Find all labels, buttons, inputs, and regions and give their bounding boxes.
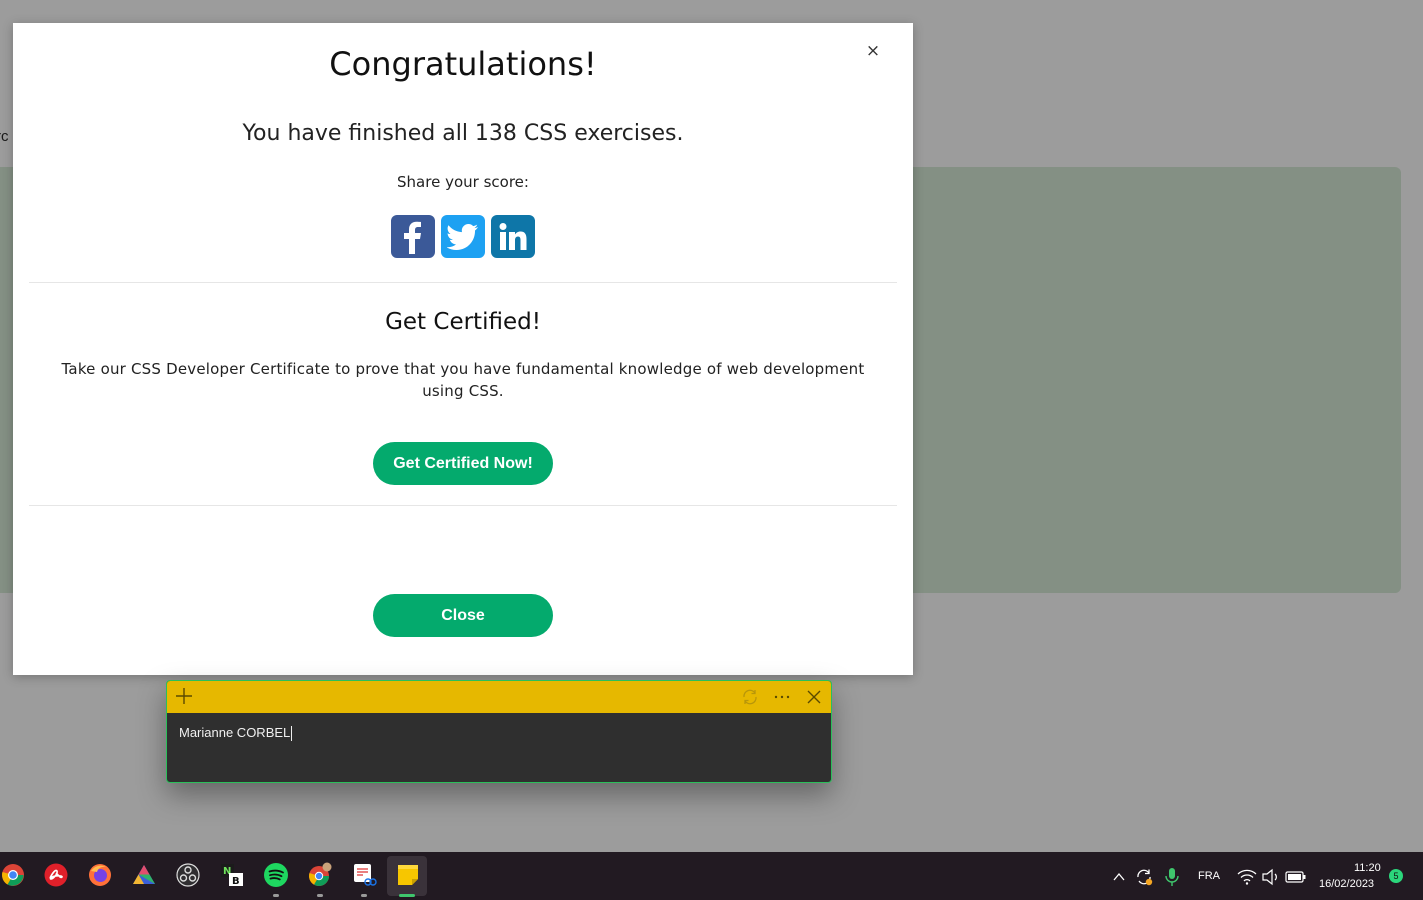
more-icon[interactable]	[771, 686, 793, 708]
sync-icon[interactable]	[739, 686, 761, 708]
snipping-tool-running-indicator	[361, 894, 367, 897]
clock-time[interactable]: 11:20	[1354, 862, 1381, 874]
battery-icon[interactable]	[1283, 864, 1309, 890]
divider	[29, 505, 897, 506]
congratulations-modal: × Congratulations! You have finished all…	[13, 23, 913, 675]
sticky-notes-icon[interactable]	[395, 862, 421, 888]
certificate-description: Take our CSS Developer Certificate to pr…	[61, 360, 865, 400]
sync-status-icon[interactable]	[1131, 864, 1157, 890]
sticky-notes-active-indicator	[399, 894, 415, 897]
close-button[interactable]: Close	[373, 594, 553, 637]
text-caret	[291, 726, 293, 742]
sticky-note-titlebar[interactable]	[167, 681, 831, 713]
facebook-icon	[404, 221, 421, 254]
share-label: Share your score:	[397, 173, 529, 191]
snipping-tool-icon[interactable]	[351, 862, 377, 888]
divider	[29, 282, 897, 283]
chrome-profile-running-indicator	[317, 894, 323, 897]
wifi-icon[interactable]	[1234, 864, 1260, 890]
adobe-acrobat-icon[interactable]	[43, 862, 69, 888]
affinity-icon[interactable]	[131, 862, 157, 888]
microphone-icon[interactable]	[1159, 864, 1185, 890]
chrome-profile-icon[interactable]	[307, 862, 333, 888]
certificate-title: Get Certified!	[385, 309, 541, 335]
linkedin-share-button[interactable]	[491, 215, 535, 258]
get-certified-button[interactable]: Get Certified Now!	[373, 442, 553, 485]
obs-icon[interactable]	[175, 862, 201, 888]
share-buttons	[391, 215, 535, 258]
firefox-icon[interactable]	[87, 862, 113, 888]
chrome-icon[interactable]	[0, 862, 26, 888]
sticky-note-text: Marianne CORBEL	[179, 725, 291, 740]
twitter-share-button[interactable]	[441, 215, 485, 258]
close-icon[interactable]	[803, 686, 825, 708]
linkedin-icon	[499, 222, 527, 250]
volume-icon[interactable]	[1258, 864, 1284, 890]
sticky-note-content[interactable]: Marianne CORBEL	[179, 725, 293, 742]
svg-text:B: B	[232, 876, 240, 887]
background-page-text: rc	[0, 128, 9, 145]
sticky-note-window: Marianne CORBEL	[166, 680, 832, 783]
add-note-icon[interactable]	[173, 685, 195, 707]
facebook-share-button[interactable]	[391, 215, 435, 258]
notebook-icon[interactable]: NB	[219, 862, 245, 888]
twitter-icon	[447, 223, 478, 250]
spotify-running-indicator	[273, 894, 279, 897]
language-indicator[interactable]: FRA	[1198, 870, 1220, 882]
modal-title: Congratulations!	[329, 45, 597, 83]
taskbar: NB FRA	[0, 852, 1423, 900]
clock-date[interactable]: 16/02/2023	[1319, 878, 1374, 890]
finished-message: You have finished all 138 CSS exercises.	[242, 121, 684, 146]
spotify-icon[interactable]	[263, 862, 289, 888]
notification-badge[interactable]: 5	[1389, 869, 1403, 883]
chevron-up-icon[interactable]	[1106, 864, 1132, 890]
